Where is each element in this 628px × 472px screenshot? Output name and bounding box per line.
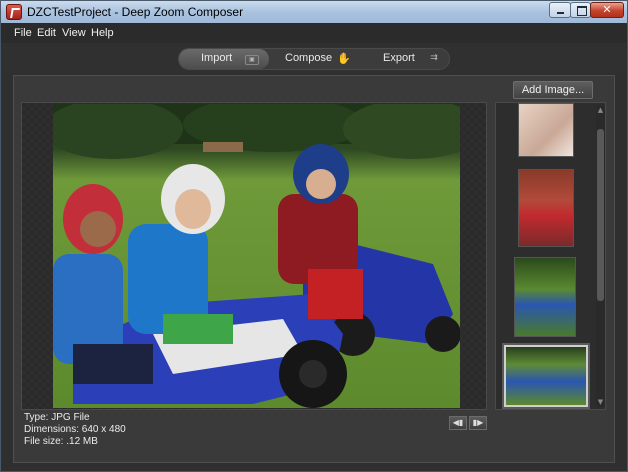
file-info: Type: JPG File Dimensions: 640 x 480 Fil… bbox=[24, 412, 126, 448]
app-logo-icon[interactable] bbox=[6, 4, 22, 20]
close-button[interactable]: ✕ bbox=[590, 2, 624, 18]
tab-compose-label: Compose bbox=[285, 52, 333, 64]
window-title: DZCTestProject - Deep Zoom Composer bbox=[27, 5, 244, 19]
mode-toolbar: Import ▣ Compose ✋ Export ⇉ bbox=[1, 43, 627, 73]
thumbnail-image-1[interactable] bbox=[518, 103, 574, 157]
tab-import[interactable]: Import ▣ bbox=[179, 49, 269, 69]
thumbnail-image-2[interactable] bbox=[518, 169, 574, 247]
next-icon: ▮▶ bbox=[472, 418, 484, 427]
menu-file[interactable]: File bbox=[14, 27, 32, 39]
thumbnail-scrollbar[interactable]: ▲ ▼ bbox=[596, 105, 605, 407]
mode-switcher: Import ▣ Compose ✋ Export ⇉ bbox=[178, 48, 450, 70]
menu-help[interactable]: Help bbox=[91, 27, 114, 39]
compose-hand-icon: ✋ bbox=[337, 52, 351, 65]
maximize-button[interactable] bbox=[570, 2, 591, 18]
tab-export[interactable]: Export ⇉ bbox=[359, 49, 449, 69]
add-image-button[interactable]: Add Image... bbox=[513, 81, 593, 99]
image-nav: ◀▮ ▮▶ bbox=[449, 416, 489, 430]
tab-compose[interactable]: Compose ✋ bbox=[269, 49, 359, 69]
menu-edit[interactable]: Edit bbox=[37, 27, 56, 39]
scroll-thumb[interactable] bbox=[597, 129, 604, 301]
app-window: DZCTestProject - Deep Zoom Composer ✕ Fi… bbox=[0, 0, 628, 472]
image-thumbnail-list: ▲ ▼ bbox=[495, 102, 606, 410]
thumbnail-image-3[interactable] bbox=[514, 257, 576, 337]
minimize-button[interactable] bbox=[549, 2, 571, 18]
maximize-icon bbox=[577, 6, 587, 16]
scroll-down-icon[interactable]: ▼ bbox=[596, 397, 605, 407]
previous-icon: ◀▮ bbox=[452, 418, 464, 427]
file-type: Type: JPG File bbox=[24, 412, 90, 423]
next-image-button[interactable]: ▮▶ bbox=[469, 416, 487, 430]
thumbnail-image-4[interactable] bbox=[504, 345, 588, 407]
preview-photo bbox=[53, 104, 460, 408]
import-icon: ▣ bbox=[245, 55, 259, 65]
menu-view[interactable]: View bbox=[62, 27, 86, 39]
previous-image-button[interactable]: ◀▮ bbox=[449, 416, 467, 430]
file-dimensions: Dimensions: 640 x 480 bbox=[24, 424, 126, 435]
import-panel: Add Image... ▲ ▼ Type: JPG File Dimensio… bbox=[13, 75, 615, 463]
file-size: File size: .12 MB bbox=[24, 436, 98, 447]
image-preview-panel bbox=[21, 102, 487, 410]
scroll-up-icon[interactable]: ▲ bbox=[596, 105, 605, 115]
close-icon: ✕ bbox=[602, 3, 612, 16]
kids-on-atvs-photo bbox=[53, 104, 460, 408]
tab-export-label: Export bbox=[383, 52, 415, 64]
title-bar[interactable]: DZCTestProject - Deep Zoom Composer ✕ bbox=[1, 1, 627, 23]
export-icon: ⇉ bbox=[430, 53, 438, 63]
menu-bar: File Edit View Help bbox=[1, 23, 627, 43]
tab-import-label: Import bbox=[201, 52, 233, 64]
minimize-icon bbox=[557, 12, 564, 14]
